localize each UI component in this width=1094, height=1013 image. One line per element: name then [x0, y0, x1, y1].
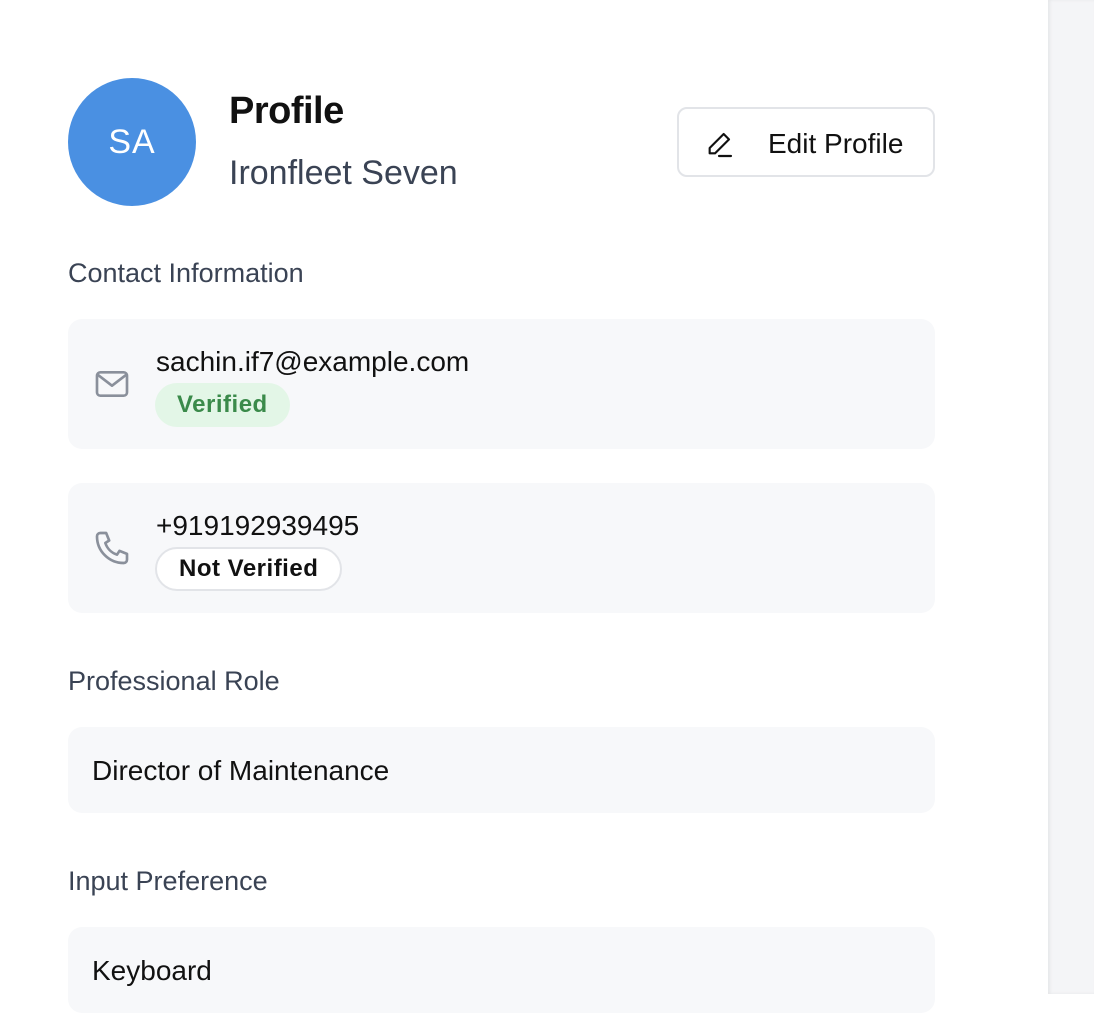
user-name: Ironfleet Seven — [229, 154, 458, 192]
phone-not-verified-badge: Not Verified — [155, 547, 343, 591]
email-card: sachin.if7@example.com Verified — [68, 319, 935, 449]
page-title: Profile — [229, 90, 344, 132]
role-value: Director of Maintenance — [92, 755, 390, 786]
avatar: SA — [68, 78, 196, 206]
side-panel-edge — [1048, 0, 1094, 994]
avatar-initials: SA — [108, 122, 156, 161]
email-verified-badge: Verified — [155, 383, 290, 427]
role-section-label: Professional Role — [68, 666, 280, 696]
edit-profile-button[interactable]: Edit Profile — [677, 107, 935, 177]
input-pref-card: Keyboard — [68, 927, 935, 1013]
phone-value: +919192939495 — [156, 510, 360, 541]
input-pref-section-label: Input Preference — [68, 866, 268, 896]
phone-icon — [95, 531, 129, 565]
profile-panel: SA Profile Ironfleet Seven Edit Profile … — [0, 0, 1048, 1013]
edit-profile-label: Edit Profile — [768, 128, 904, 159]
email-value: sachin.if7@example.com — [156, 346, 470, 377]
role-card: Director of Maintenance — [68, 727, 935, 813]
contact-section-label: Contact Information — [68, 258, 304, 288]
pencil-icon — [708, 132, 733, 158]
phone-card: +919192939495 Not Verified — [68, 483, 935, 613]
mail-icon — [95, 371, 129, 397]
input-pref-value: Keyboard — [92, 955, 212, 986]
